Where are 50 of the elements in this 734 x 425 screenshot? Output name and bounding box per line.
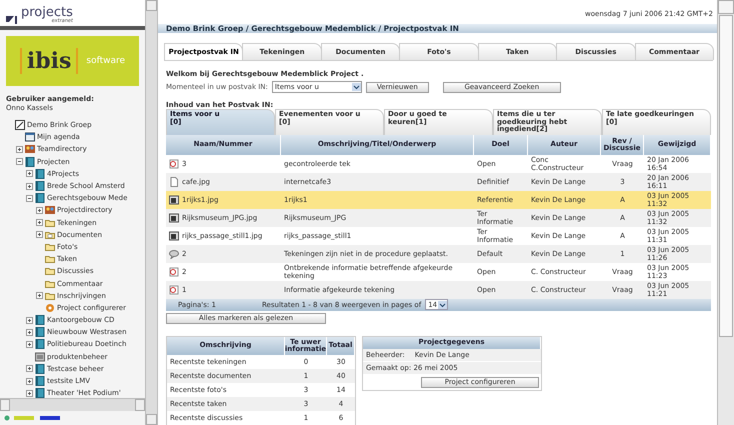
expand-icon[interactable]	[36, 219, 43, 226]
expand-icon[interactable]	[26, 328, 33, 336]
caret-icon	[438, 300, 448, 308]
folder-icon	[45, 254, 55, 264]
binder-icon	[35, 388, 45, 398]
people-icon	[45, 205, 55, 216]
folder-icon	[45, 266, 55, 276]
binder-icon	[35, 364, 45, 374]
expand-icon[interactable]	[26, 340, 33, 348]
expand-icon[interactable]	[26, 170, 33, 178]
collapse-icon[interactable]	[16, 158, 23, 166]
logo-icon	[6, 14, 18, 24]
binder-icon	[35, 376, 45, 386]
page-icon	[15, 120, 25, 130]
binder-icon	[35, 168, 45, 179]
expand-icon[interactable]	[26, 378, 33, 385]
stamp-icon	[169, 266, 179, 276]
calendar-icon	[25, 132, 35, 142]
scroll-thumb[interactable]	[719, 15, 733, 337]
folder-icon	[45, 290, 55, 301]
document-folder-icon	[45, 230, 55, 240]
module-icon	[35, 352, 45, 362]
brand-subtitle: software	[86, 56, 126, 66]
expand-icon[interactable]	[36, 231, 43, 238]
document-icon	[169, 176, 179, 186]
expand-icon[interactable]	[16, 146, 23, 153]
binder-icon	[35, 315, 45, 326]
expand-icon[interactable]	[26, 316, 33, 324]
brand-name: ibis	[20, 48, 78, 74]
expand-icon[interactable]	[26, 365, 33, 372]
binder-icon	[35, 181, 45, 192]
binder-icon	[35, 327, 45, 338]
binder-icon	[25, 156, 35, 167]
logo-text: projects	[21, 7, 73, 19]
caret-icon	[352, 83, 361, 91]
expand-icon[interactable]	[26, 182, 33, 190]
folder-icon	[45, 278, 55, 289]
speech-bubble-icon	[169, 248, 179, 258]
collapse-icon[interactable]	[26, 194, 33, 202]
expand-icon[interactable]	[36, 292, 43, 300]
folder-icon	[45, 218, 55, 228]
people-icon	[25, 144, 35, 154]
expand-icon[interactable]	[26, 390, 33, 397]
expand-icon[interactable]	[36, 206, 43, 214]
binder-icon	[35, 193, 45, 204]
folder-icon	[45, 242, 55, 252]
stamp-icon	[169, 158, 179, 168]
binder-icon	[35, 339, 45, 350]
gear-icon	[45, 302, 55, 313]
stamp-icon	[169, 284, 179, 294]
